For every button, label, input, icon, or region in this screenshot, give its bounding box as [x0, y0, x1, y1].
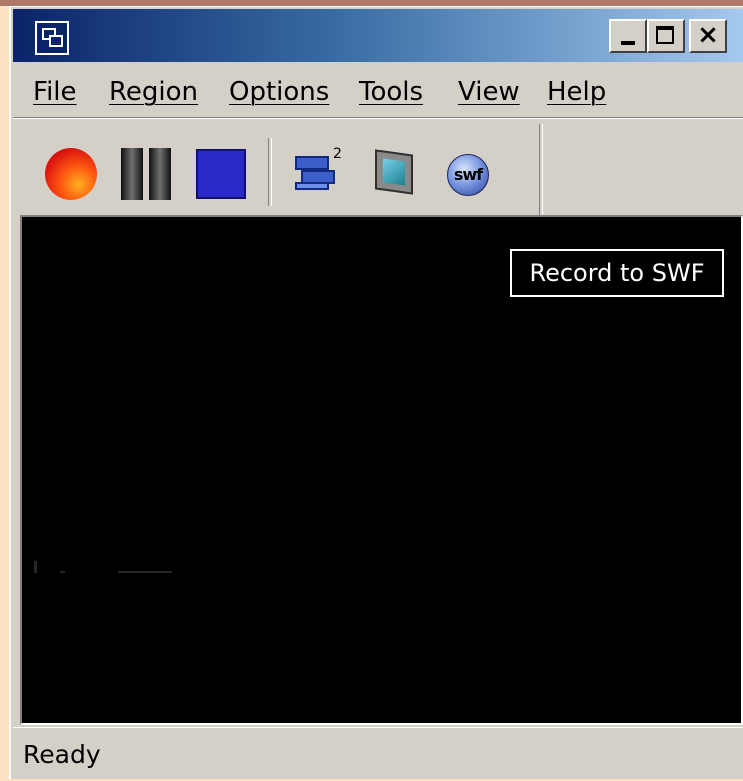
- viewport-mark: [60, 571, 65, 573]
- toolbar-separator: [268, 138, 272, 206]
- record-to-swf-icon[interactable]: swf: [447, 154, 489, 196]
- title-bar[interactable]: ×: [13, 9, 743, 62]
- menu-tools[interactable]: Tools: [359, 77, 423, 107]
- app-icon-shape-front: [49, 35, 63, 47]
- menu-help[interactable]: Help: [547, 77, 606, 107]
- menu-view[interactable]: View: [458, 77, 520, 107]
- record-icon[interactable]: [45, 148, 97, 200]
- app-icon[interactable]: [35, 21, 69, 55]
- menu-region[interactable]: Region: [109, 77, 198, 107]
- app-window: × File Region Options Tools View Help 2 …: [9, 6, 743, 779]
- pause-bar-left: [121, 148, 143, 200]
- menu-bar: File Region Options Tools View Help: [13, 65, 743, 115]
- settings-superscript: 2: [333, 146, 342, 162]
- settings-window-layer-1: [295, 156, 329, 170]
- record-to-avi-icon[interactable]: [373, 149, 419, 196]
- capture-viewport[interactable]: Record to SWF: [20, 215, 743, 725]
- status-bar: Ready: [13, 727, 743, 781]
- pause-icon[interactable]: [121, 148, 173, 200]
- settings-window-layer-3: [295, 182, 329, 190]
- close-icon: ×: [697, 20, 719, 50]
- maximize-button[interactable]: [647, 19, 685, 53]
- menu-file[interactable]: File: [33, 77, 77, 107]
- maximize-icon: [656, 26, 674, 44]
- pause-bar-right: [149, 148, 171, 200]
- viewport-mark: [118, 571, 172, 573]
- background-frame-left: [0, 6, 9, 779]
- screen-glass: [383, 158, 405, 186]
- status-text: Ready: [23, 740, 101, 769]
- minimize-icon: [621, 41, 635, 45]
- settings-windows-icon[interactable]: 2: [295, 146, 342, 192]
- minimize-button[interactable]: [609, 19, 647, 53]
- close-button[interactable]: ×: [689, 19, 727, 53]
- menu-toolbar-divider: [13, 117, 743, 119]
- toolbar: 2 swf: [13, 120, 743, 215]
- stop-icon[interactable]: [196, 149, 246, 199]
- record-to-swf-tooltip: Record to SWF: [510, 249, 724, 297]
- toolbar-end-separator: [539, 124, 543, 215]
- menu-options[interactable]: Options: [229, 77, 329, 107]
- viewport-mark: [34, 561, 37, 573]
